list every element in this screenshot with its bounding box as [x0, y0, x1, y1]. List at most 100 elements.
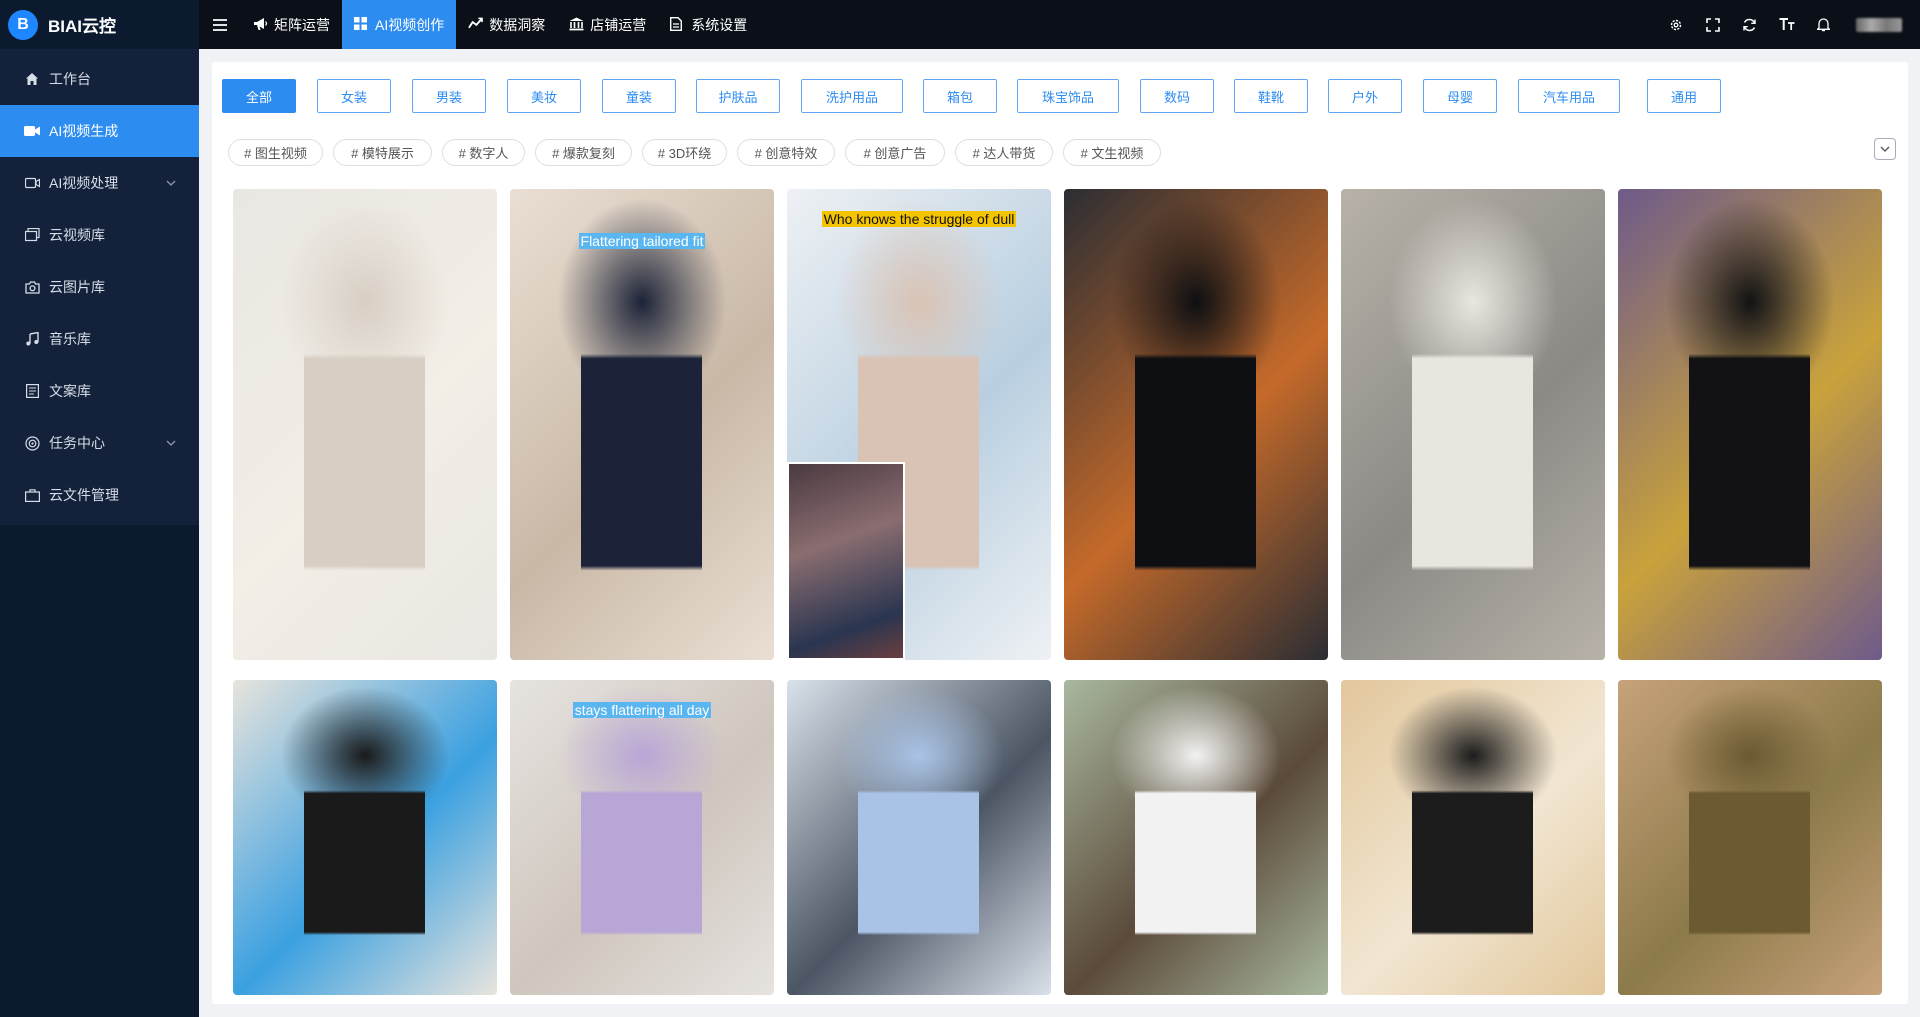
video-card[interactable]	[1618, 680, 1882, 995]
tag-chip[interactable]: # 3D环绕	[642, 139, 727, 166]
video-card[interactable]	[787, 680, 1051, 995]
sidebar-item-label: 云图片库	[49, 279, 105, 295]
sidebar-item-label: 云视频库	[49, 227, 105, 243]
chevron-down-icon	[166, 440, 176, 446]
home-icon	[24, 71, 40, 87]
tab-system-settings[interactable]: 系统设置	[658, 0, 759, 49]
picture-in-picture-thumbnail	[787, 462, 905, 660]
music-note-icon	[24, 331, 40, 347]
sidebar-item-workbench[interactable]: 工作台	[0, 53, 199, 105]
settings-icon[interactable]	[1657, 0, 1694, 49]
camera-icon	[24, 279, 40, 295]
megaphone-icon	[253, 17, 268, 32]
tag-chip[interactable]: # 图生视频	[228, 139, 323, 166]
video-process-icon	[24, 175, 40, 191]
logo[interactable]: B BIAI云控	[0, 0, 199, 49]
category-button[interactable]: 童装	[602, 79, 676, 113]
font-size-icon[interactable]	[1768, 0, 1805, 49]
sidebar-item-label: 云文件管理	[49, 487, 119, 503]
category-button[interactable]: 美妆	[507, 79, 581, 113]
video-card[interactable]: stays flattering all day	[510, 680, 774, 995]
tab-matrix-operations[interactable]: 矩阵运营	[241, 0, 342, 49]
sidebar-item-label: AI视频生成	[49, 123, 119, 139]
category-button[interactable]: 珠宝饰品	[1017, 79, 1119, 113]
sidebar-item-task-center[interactable]: 任务中心	[0, 417, 199, 469]
category-button[interactable]: 汽车用品	[1518, 79, 1620, 113]
menu-toggle-icon[interactable]	[199, 0, 241, 49]
category-button[interactable]: 洗护用品	[801, 79, 903, 113]
category-button[interactable]: 男装	[412, 79, 486, 113]
video-card[interactable]	[1341, 189, 1605, 660]
chart-icon	[468, 17, 484, 32]
tab-label: 系统设置	[691, 16, 748, 33]
bell-icon[interactable]	[1805, 0, 1842, 49]
sidebar-item-label: AI视频处理	[49, 175, 119, 191]
tag-chip[interactable]: # 模特展示	[333, 139, 432, 166]
tag-chip[interactable]: # 爆款复刻	[535, 139, 632, 166]
tab-store-operations[interactable]: 店铺运营	[557, 0, 658, 49]
sidebar-item-label: 任务中心	[49, 435, 105, 451]
top-navigation: 矩阵运营 AI视频创作 数据洞察 店铺运营 系统设置	[199, 0, 1920, 49]
sidebar-item-label: 工作台	[49, 71, 91, 87]
toolbar-right	[1657, 0, 1920, 49]
video-card[interactable]	[1618, 189, 1882, 660]
video-library-icon	[24, 227, 40, 243]
sidebar-item-ai-video-process[interactable]: AI视频处理	[0, 157, 199, 209]
category-button[interactable]: 女装	[317, 79, 391, 113]
video-camera-icon	[24, 123, 40, 139]
chevron-down-icon	[166, 180, 176, 186]
target-icon	[24, 435, 40, 451]
video-caption: Flattering tailored fit	[510, 233, 774, 249]
fullscreen-icon[interactable]	[1694, 0, 1731, 49]
category-button[interactable]: 母婴	[1423, 79, 1497, 113]
category-button[interactable]: 户外	[1328, 79, 1402, 113]
category-button[interactable]: 通用	[1647, 79, 1721, 113]
sidebar-item-label: 音乐库	[49, 331, 91, 347]
sidebar-menu: 工作台 AI视频生成 AI视频处理 云视频库 云图片库 音乐库 文案库 任务中心…	[0, 49, 199, 525]
video-card[interactable]	[233, 680, 497, 995]
tag-chip[interactable]: # 数字人	[442, 139, 525, 166]
video-card[interactable]: Who knows the struggle of dull	[787, 189, 1051, 660]
video-card[interactable]	[233, 189, 497, 660]
tab-label: AI视频创作	[375, 16, 445, 33]
video-caption-text: Who knows the struggle of dull	[821, 211, 1017, 227]
video-card[interactable]	[1341, 680, 1605, 995]
tag-chip[interactable]: # 创意特效	[737, 139, 835, 166]
sidebar-item-image-library[interactable]: 云图片库	[0, 261, 199, 313]
category-button[interactable]: 箱包	[923, 79, 997, 113]
user-avatar[interactable]	[1856, 17, 1902, 32]
app-title: BIAI云控	[48, 17, 116, 36]
refresh-icon[interactable]	[1731, 0, 1768, 49]
video-caption-text: Flattering tailored fit	[578, 233, 706, 249]
video-caption-text: stays flattering all day	[572, 702, 712, 718]
tab-label: 数据洞察	[489, 16, 546, 33]
tab-label: 店铺运营	[590, 16, 647, 33]
video-card[interactable]: Flattering tailored fit	[510, 189, 774, 660]
sidebar-item-video-library[interactable]: 云视频库	[0, 209, 199, 261]
sidebar-item-cloud-files[interactable]: 云文件管理	[0, 469, 199, 521]
tab-ai-video-creation[interactable]: AI视频创作	[342, 0, 457, 49]
chevron-down-icon	[1880, 146, 1890, 152]
category-all-button[interactable]: 全部	[222, 79, 296, 113]
expand-tags-button[interactable]	[1874, 138, 1896, 160]
briefcase-icon	[24, 487, 40, 503]
tag-chip[interactable]: # 文生视频	[1063, 139, 1161, 166]
tab-label: 矩阵运营	[274, 16, 330, 33]
video-caption: stays flattering all day	[510, 702, 774, 718]
video-card[interactable]	[1064, 680, 1328, 995]
video-card[interactable]	[1064, 189, 1328, 660]
tab-data-insight[interactable]: 数据洞察	[456, 0, 557, 49]
category-button[interactable]: 鞋靴	[1234, 79, 1308, 113]
document-icon	[24, 383, 40, 399]
file-icon	[670, 17, 685, 32]
sidebar-item-label: 文案库	[49, 383, 91, 399]
category-button[interactable]: 护肤品	[696, 79, 780, 113]
sidebar-item-ai-video-generate[interactable]: AI视频生成	[0, 105, 199, 157]
sidebar-item-copy-library[interactable]: 文案库	[0, 365, 199, 417]
category-button[interactable]: 数码	[1140, 79, 1214, 113]
video-caption: Who knows the struggle of dull	[787, 211, 1051, 227]
sidebar-item-music-library[interactable]: 音乐库	[0, 313, 199, 365]
tag-chip[interactable]: # 达人带货	[955, 139, 1053, 166]
grid-icon	[354, 17, 369, 32]
tag-chip[interactable]: # 创意广告	[845, 139, 945, 166]
